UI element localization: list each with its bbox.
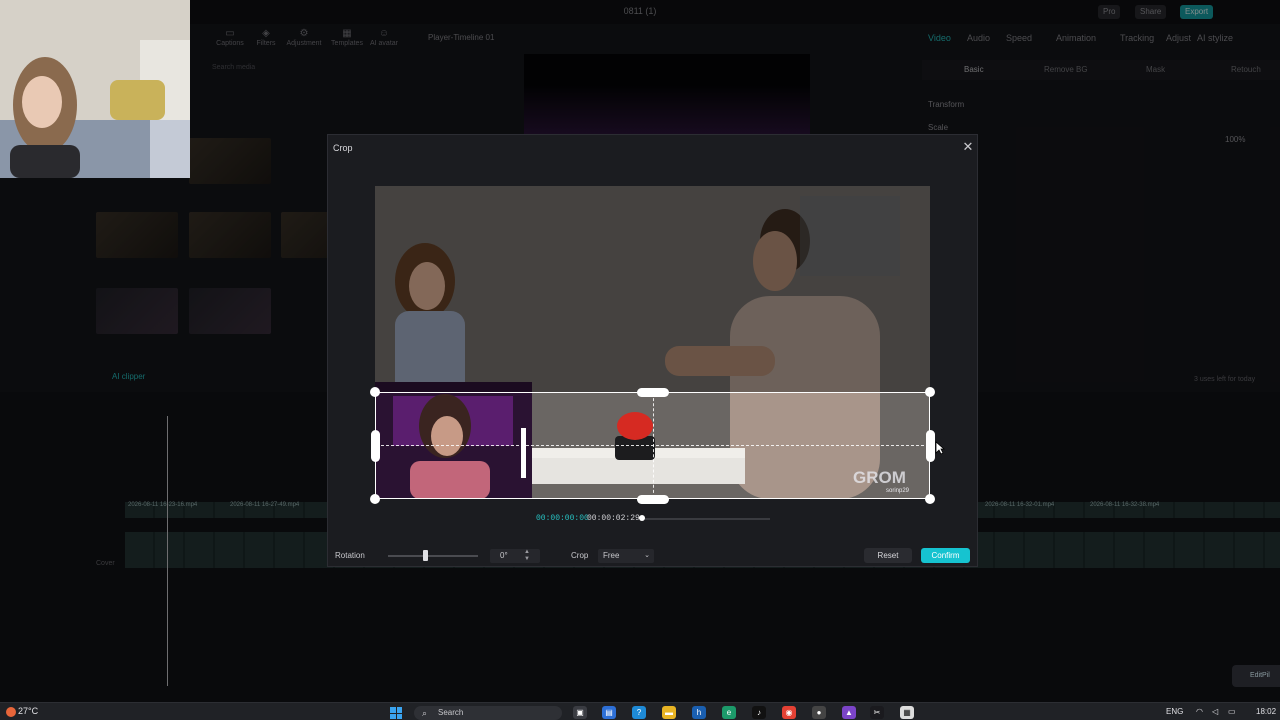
edge-icon[interactable]: e (722, 706, 736, 719)
crop-selection[interactable] (375, 392, 930, 499)
rotation-stepper-icon[interactable]: ▲ ▼ (524, 549, 530, 563)
help-icon[interactable]: ? (632, 706, 646, 719)
rotation-label: Rotation (335, 551, 365, 560)
total-time: 00:00:02:29 (587, 514, 640, 523)
folder-icon[interactable]: ▬ (662, 706, 676, 719)
close-icon[interactable]: ✕ (960, 139, 976, 155)
crop-handle-top-left[interactable] (370, 387, 380, 397)
crop-guide-v (653, 393, 654, 498)
crop-handle-left[interactable] (371, 430, 380, 462)
clock[interactable]: 18:02 (1256, 707, 1276, 716)
crop-handle-right[interactable] (926, 430, 935, 462)
crop-handle-top-right[interactable] (925, 387, 935, 397)
windows-start-icon[interactable] (390, 707, 402, 719)
chrome-icon[interactable]: ◉ (782, 706, 796, 719)
seek-knob[interactable] (639, 515, 645, 521)
reset-button[interactable]: Reset (864, 548, 912, 563)
twitch-icon[interactable]: ▲ (842, 706, 856, 719)
rotation-slider[interactable] (388, 555, 478, 557)
app-icon[interactable]: ▦ (900, 706, 914, 719)
wifi-icon[interactable]: ◠ (1196, 707, 1203, 716)
taskbar: 27°C ⌕ Search ▣ ▤ ? ▬ h e ♪ ◉ ● ▲ ✂ ▦ EN… (0, 702, 1280, 720)
crop-controls: Rotation 0° ▲ ▼ Crop Free ⌄ Reset Confirm (328, 545, 979, 567)
crop-ratio-value: Free (603, 551, 620, 560)
seek-bar[interactable] (640, 518, 770, 520)
hp-icon[interactable]: h (692, 706, 706, 719)
crop-mask-top (375, 186, 930, 392)
confirm-button[interactable]: Confirm (921, 548, 970, 563)
crop-handle-bottom[interactable] (637, 495, 669, 504)
task-view-icon[interactable]: ▣ (573, 706, 587, 719)
volume-icon[interactable]: ◁ (1212, 707, 1218, 716)
rotation-input[interactable]: 0° (490, 549, 540, 563)
current-time: 00:00:00:00 (536, 514, 589, 523)
editpilot-button[interactable]: EditPil (1232, 665, 1280, 687)
battery-icon[interactable]: ▭ (1228, 707, 1236, 716)
capcut-icon[interactable]: ✂ (870, 706, 884, 719)
obs-icon[interactable]: ● (812, 706, 826, 719)
dialog-title: Crop (333, 143, 353, 153)
store-icon[interactable]: ▤ (602, 706, 616, 719)
weather-text[interactable]: 27°C (18, 706, 38, 716)
chevron-down-icon: ⌄ (644, 552, 650, 559)
crop-ratio-label: Crop (571, 551, 589, 560)
playback-bar: 00:00:00:00 00:00:02:29 (536, 513, 776, 525)
rotation-slider-knob[interactable] (423, 550, 428, 561)
crop-handle-bottom-right[interactable] (925, 494, 935, 504)
crop-ratio-select[interactable]: Free ⌄ (598, 549, 654, 563)
language-indicator[interactable]: ENG (1166, 707, 1183, 716)
weather-icon (6, 707, 16, 717)
search-icon: ⌕ (422, 708, 428, 718)
crop-handle-top[interactable] (637, 388, 669, 397)
webcam-overlay (0, 0, 190, 178)
crop-handle-bottom-left[interactable] (370, 494, 380, 504)
tiktok-icon[interactable]: ♪ (752, 706, 766, 719)
mouse-cursor-icon (935, 441, 945, 455)
crop-dialog: Crop ✕ GROM sorinp29 00:00:00:00 00:00:0… (327, 134, 978, 567)
webcam-person (0, 0, 190, 178)
taskbar-search[interactable]: ⌕ Search (414, 706, 562, 720)
